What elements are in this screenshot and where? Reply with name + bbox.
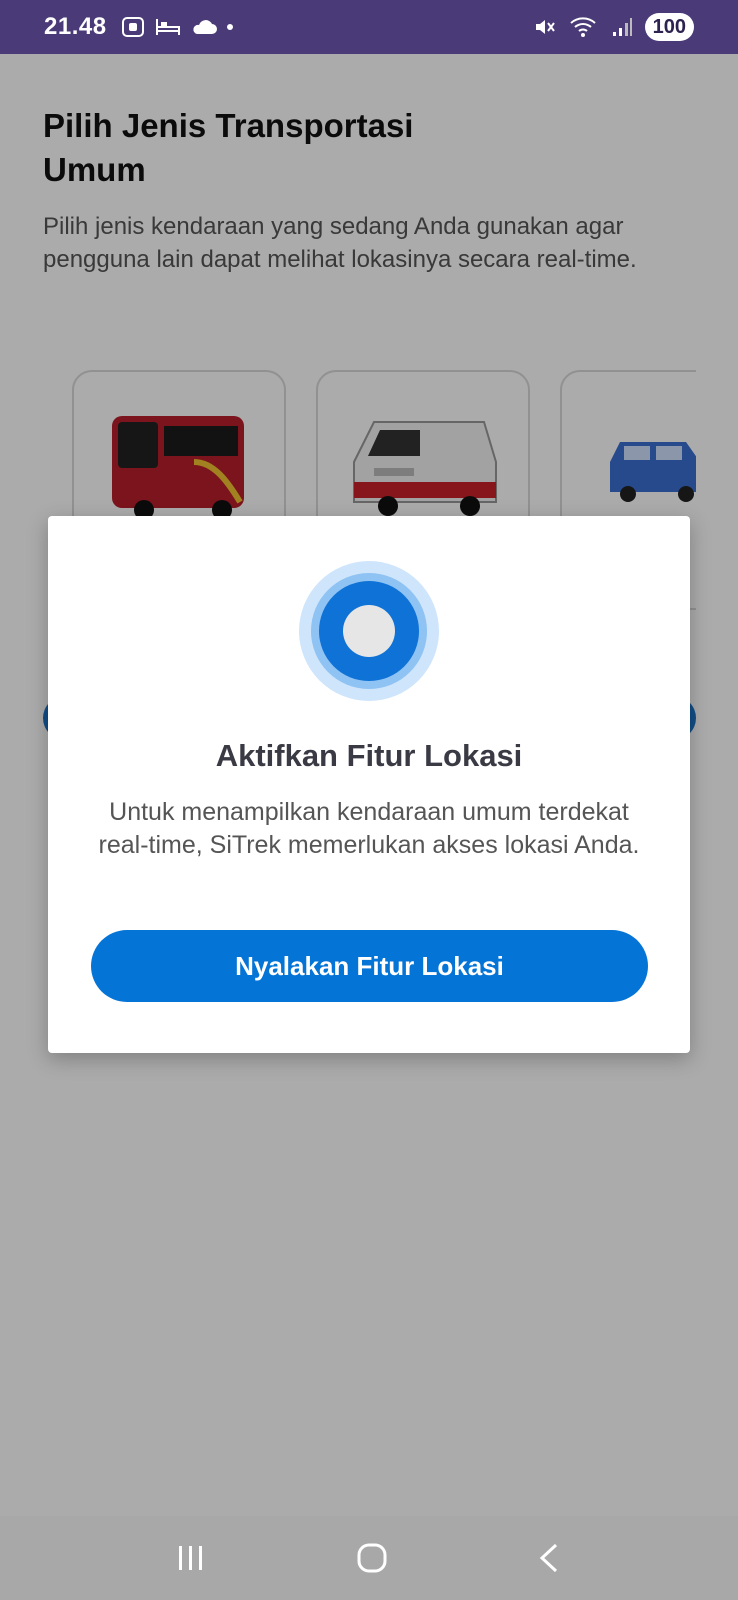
recent-apps-icon[interactable] (176, 1544, 206, 1572)
location-pulse-icon (299, 561, 439, 701)
dialog-description: Untuk menampilkan kendaraan umum terdeka… (98, 798, 640, 859)
signal-icon (612, 18, 632, 36)
battery-indicator: 100 (644, 13, 694, 41)
location-permission-dialog: Aktifkan Fitur Lokasi Untuk menampilkan … (48, 516, 690, 1053)
enable-location-button[interactable]: Nyalakan Fitur Lokasi (91, 930, 648, 1002)
status-bar: 21.48 100 (0, 0, 738, 54)
bed-icon (155, 19, 180, 35)
back-icon[interactable] (538, 1543, 562, 1573)
home-icon[interactable] (357, 1543, 387, 1573)
dialog-title: Aktifkan Fitur Lokasi (215, 738, 523, 773)
screenshot-icon (121, 17, 144, 37)
cloud-icon (192, 20, 217, 34)
wifi-icon (569, 17, 596, 37)
system-navigation-bar (0, 1516, 738, 1600)
notification-dot (226, 24, 233, 30)
status-time: 21.48 (44, 13, 107, 40)
mute-icon (535, 20, 555, 34)
